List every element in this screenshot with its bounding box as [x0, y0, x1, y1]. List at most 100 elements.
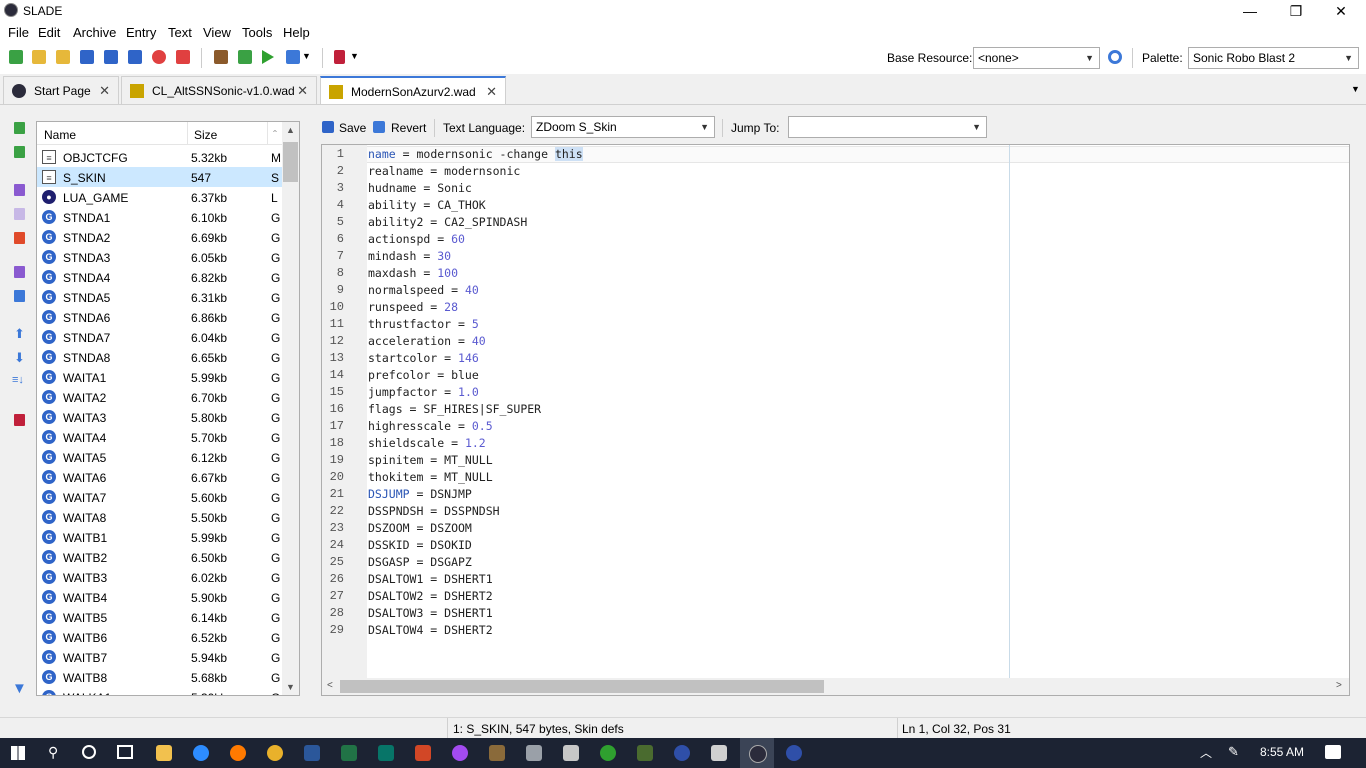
editor-horizontal-scrollbar[interactable]: < >	[322, 678, 1349, 695]
close-icon[interactable]: ✕	[99, 77, 110, 105]
entry-row[interactable]: G WAITA1 5.99kb G	[37, 367, 283, 387]
tools-wrench-icon[interactable]	[286, 50, 300, 64]
app-icon[interactable]	[526, 745, 542, 761]
entry-row[interactable]: G WAITA8 5.50kb G	[37, 507, 283, 527]
messenger-icon[interactable]	[452, 745, 468, 761]
entry-row[interactable]: G WAITB5 6.14kb G	[37, 607, 283, 627]
revert-button[interactable]: Revert	[391, 121, 426, 135]
gear-icon[interactable]	[1108, 50, 1122, 64]
entry-row[interactable]: G WAITB1 5.99kb G	[37, 527, 283, 547]
pen-icon[interactable]: ✎	[1228, 744, 1239, 760]
cortana-icon[interactable]	[82, 745, 96, 759]
entry-row[interactable]: ≡ S_SKIN 547 S	[37, 167, 283, 187]
scroll-right-icon[interactable]: >	[1336, 680, 1342, 691]
powerpoint-icon[interactable]	[415, 745, 431, 761]
column-name[interactable]: Name	[44, 128, 76, 142]
task-view-icon[interactable]	[117, 745, 133, 759]
scroll-left-icon[interactable]: <	[327, 680, 333, 691]
clock-time[interactable]: 8:55 AM	[1260, 745, 1304, 759]
emoji-app-icon[interactable]	[711, 745, 727, 761]
entry-row[interactable]: G STNDA4 6.82kb G	[37, 267, 283, 287]
scrollbar-thumb[interactable]	[283, 142, 298, 182]
scroll-up-icon[interactable]: ▲	[286, 125, 295, 135]
move-down-icon[interactable]: ⬇	[14, 350, 25, 366]
entry-list-scrollbar[interactable]: ▲ ▼	[282, 122, 299, 695]
export-icon[interactable]	[14, 266, 25, 278]
text-editor[interactable]: 1 2 3 4 5 6 7 8 9 10 11 12 13 14 15 16 17 18 19 20 21 22 23 24 2…	[321, 144, 1350, 696]
new-archive-icon[interactable]	[9, 50, 23, 64]
run-icon[interactable]	[262, 50, 274, 64]
srb2-icon[interactable]	[786, 745, 802, 761]
zoom-icon[interactable]	[193, 745, 209, 761]
entry-row[interactable]: G STNDA3 6.05kb G	[37, 247, 283, 267]
close-all-icon[interactable]	[176, 50, 190, 64]
save-as-icon[interactable]	[104, 50, 118, 64]
entry-row[interactable]: G WAITB4 5.90kb G	[37, 587, 283, 607]
move-up-icon[interactable]: ⬆	[14, 326, 25, 342]
column-size[interactable]: Size	[194, 128, 217, 142]
excel-icon[interactable]	[341, 745, 357, 761]
close-icon[interactable]: ✕	[297, 77, 308, 105]
tab-list-dropdown-icon[interactable]: ▼	[1351, 84, 1360, 94]
entry-row[interactable]: G STNDA6 6.86kb G	[37, 307, 283, 327]
bookmark-icon[interactable]	[334, 50, 345, 64]
menu-tools[interactable]: Tools	[242, 25, 272, 40]
entry-row[interactable]: G WAITA4 5.70kb G	[37, 427, 283, 447]
windows-start-icon[interactable]	[11, 746, 25, 760]
bookmark-icon[interactable]	[14, 414, 25, 426]
export-as-icon[interactable]	[14, 290, 25, 302]
delete-icon[interactable]	[14, 232, 25, 244]
entry-row[interactable]: G WAITB2 6.50kb G	[37, 547, 283, 567]
entry-row[interactable]: GWALKA15.30kbG	[37, 687, 283, 695]
import-icon[interactable]	[14, 146, 25, 158]
new-entry-icon[interactable]	[14, 122, 25, 134]
texture-editor-icon[interactable]	[214, 50, 228, 64]
entry-row[interactable]: G STNDA1 6.10kb G	[37, 207, 283, 227]
entry-row[interactable]: G STNDA8 6.65kb G	[37, 347, 283, 367]
open-dir-icon[interactable]	[56, 50, 70, 64]
menu-entry[interactable]: Entry	[126, 25, 156, 40]
save-all-icon[interactable]	[128, 50, 142, 64]
minecraft-icon[interactable]	[489, 745, 505, 761]
scroll-down-icon[interactable]: ▼	[286, 682, 295, 692]
open-archive-icon[interactable]	[32, 50, 46, 64]
entry-row[interactable]: G WAITB3 6.02kb G	[37, 567, 283, 587]
tab-cl-altssnsonic[interactable]: CL_AltSSNSonic-v1.0.wad ✕	[121, 76, 317, 104]
save-entry-button[interactable]: Save	[339, 121, 366, 135]
entry-row[interactable]: G WAITA7 5.60kb G	[37, 487, 283, 507]
jump-to-select[interactable]: ▼	[788, 116, 987, 138]
word-icon[interactable]	[304, 745, 320, 761]
entry-row[interactable]: ≡ OBJCTCFG 5.32kb M	[37, 147, 283, 167]
entry-row[interactable]: G STNDA2 6.69kb G	[37, 227, 283, 247]
notifications-icon[interactable]	[1325, 745, 1341, 759]
entry-row[interactable]: G STNDA5 6.31kb G	[37, 287, 283, 307]
menu-archive[interactable]: Archive	[73, 25, 116, 40]
chrome-icon[interactable]	[267, 745, 283, 761]
rename-each-icon[interactable]	[14, 208, 25, 220]
menu-view[interactable]: View	[203, 25, 231, 40]
base-resource-select[interactable]: <none> ▼	[973, 47, 1100, 69]
show-hidden-icons-icon[interactable]: ︿	[1200, 744, 1212, 761]
minimize-button[interactable]: —	[1227, 0, 1273, 22]
entry-row[interactable]: G WAITA6 6.67kb G	[37, 467, 283, 487]
entry-row[interactable]: G WAITA5 6.12kb G	[37, 447, 283, 467]
chevron-down-icon[interactable]: ▼	[302, 51, 311, 61]
menu-file[interactable]: File	[8, 25, 29, 40]
search-icon[interactable]: ⚲	[48, 744, 58, 761]
entry-row[interactable]: G STNDA7 6.04kb G	[37, 327, 283, 347]
filter-icon[interactable]: ▼	[12, 680, 27, 697]
map-editor-icon[interactable]	[238, 50, 252, 64]
tab-start-page[interactable]: Start Page ✕	[3, 76, 119, 104]
entry-row[interactable]: G WAITB8 5.68kb G	[37, 667, 283, 687]
close-window-button[interactable]: ✕	[1318, 0, 1364, 22]
save-icon[interactable]	[80, 50, 94, 64]
store-icon[interactable]	[563, 745, 579, 761]
entry-row[interactable]: G WAITA2 6.70kb G	[37, 387, 283, 407]
maximize-button[interactable]: ❐	[1273, 0, 1319, 22]
entry-row[interactable]: G WAITB6 6.52kb G	[37, 627, 283, 647]
entry-row[interactable]: G WAITA3 5.80kb G	[37, 407, 283, 427]
menu-text[interactable]: Text	[168, 25, 192, 40]
publisher-icon[interactable]	[378, 745, 394, 761]
revert-icon[interactable]	[373, 121, 385, 133]
avast-icon[interactable]	[230, 745, 246, 761]
